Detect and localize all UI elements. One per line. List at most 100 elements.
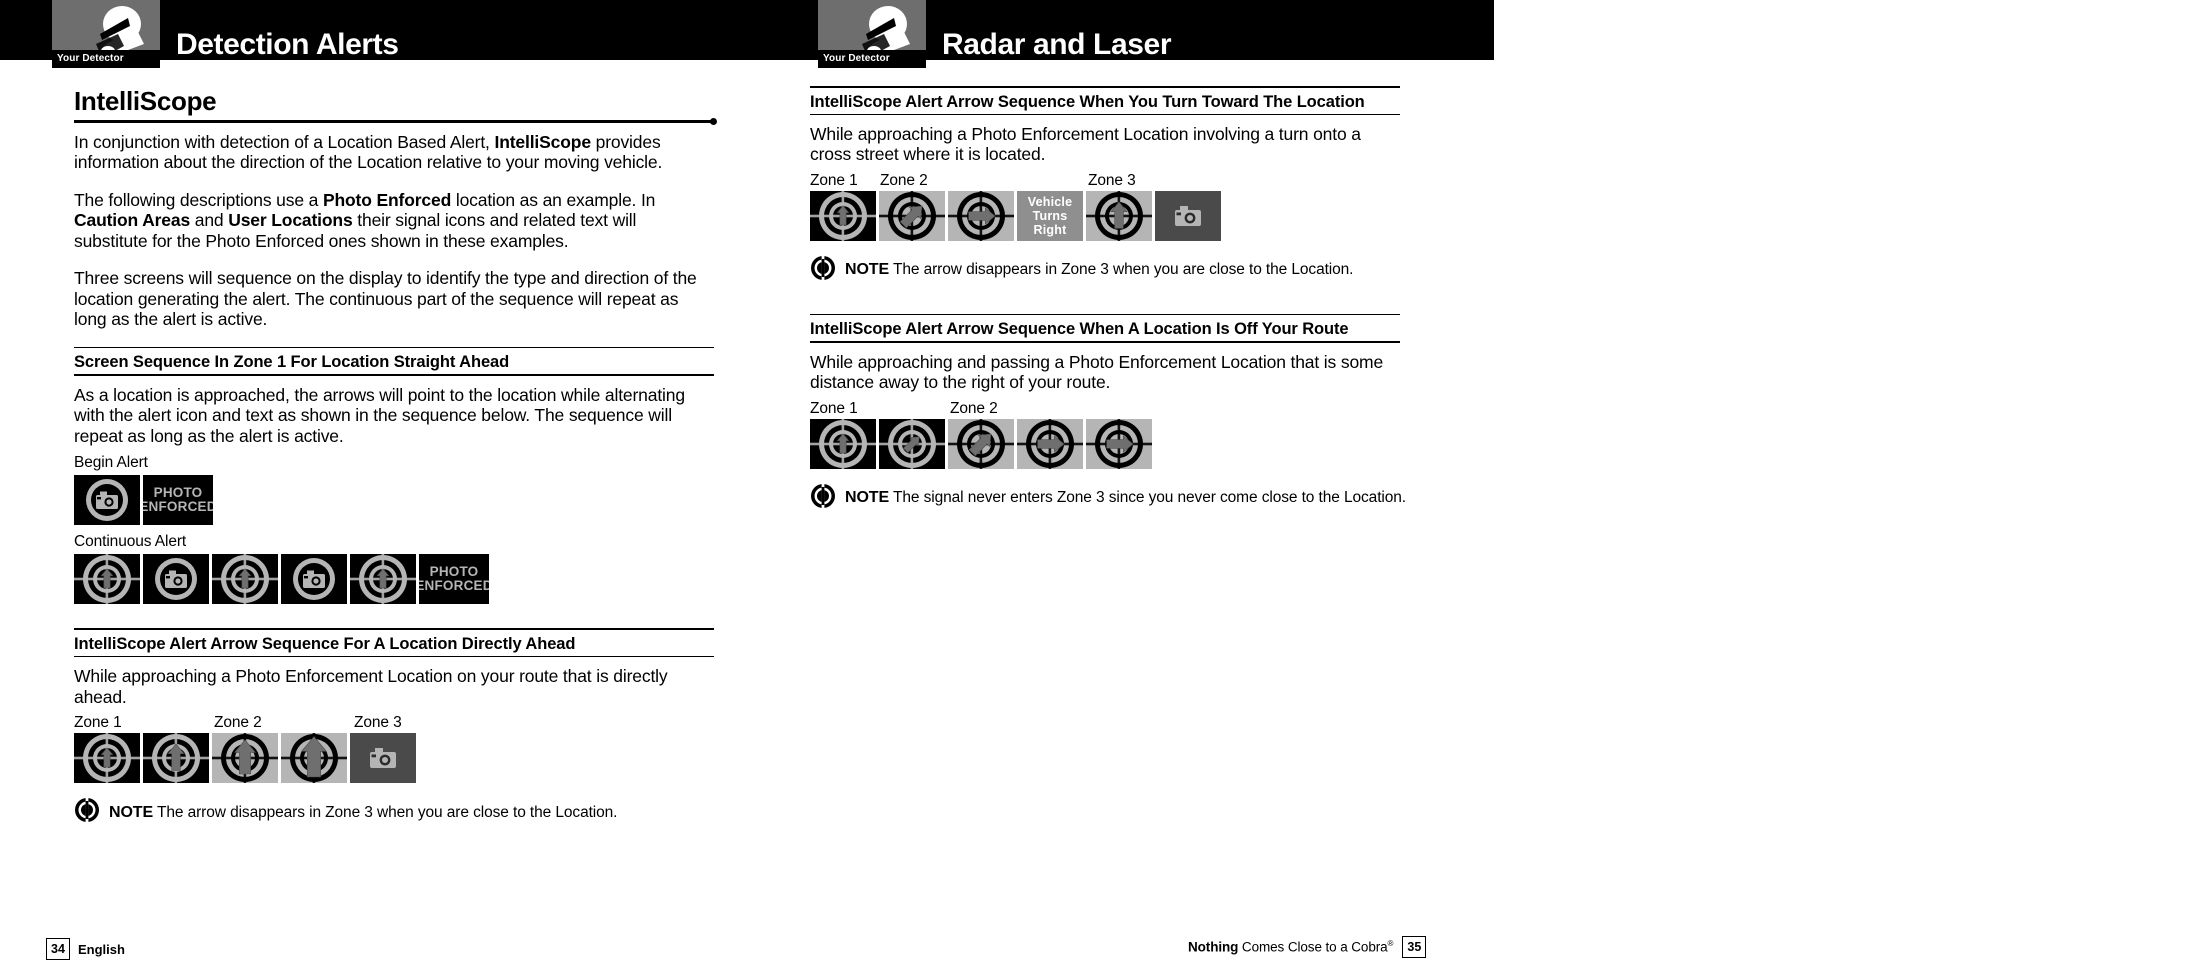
caption-begin-alert: Begin Alert bbox=[74, 454, 148, 472]
tile-target-arrow-up-icon bbox=[281, 733, 347, 784]
caption-continuous-alert: Continuous Alert bbox=[74, 533, 187, 551]
tile-row-turn-toward: Vehicle Turns Right bbox=[810, 190, 1400, 241]
right-column: IntelliScope Alert Arrow Sequence When Y… bbox=[810, 86, 1406, 514]
tile-target-arrow-up-right-icon bbox=[879, 190, 945, 241]
body-text: and bbox=[190, 210, 229, 231]
photo-enforced-line1: PHOTO bbox=[153, 484, 203, 500]
subsection-title-2: IntelliScope Alert Arrow Sequence For A … bbox=[74, 634, 576, 653]
tile-target-arrow-up-right-icon bbox=[879, 418, 945, 469]
tile-row-off-route bbox=[810, 418, 1400, 469]
note-bell-icon bbox=[74, 797, 100, 828]
subsection-rule-bottom-2 bbox=[74, 655, 714, 658]
tile-vehicle-turns-right: Vehicle Turns Right bbox=[1017, 190, 1083, 241]
note-off-route: NOTE The signal never enters Zone 3 sinc… bbox=[810, 483, 1406, 514]
page-number-left: 34 bbox=[46, 938, 70, 960]
vehicle-turns-line1: Vehicle bbox=[1027, 194, 1073, 209]
vehicle-turns-line3: Right bbox=[1033, 222, 1067, 237]
vehicle-turns-line2: Turns bbox=[1032, 208, 1068, 223]
tagline-registered-mark: ® bbox=[1387, 939, 1394, 949]
r-subsection-rule-bottom-2 bbox=[810, 341, 1400, 343]
photo-enforced-line1: PHOTO bbox=[429, 563, 479, 579]
subsection-body-2: While approaching a Photo Enforcement Lo… bbox=[74, 666, 668, 707]
tile-row-directly-ahead bbox=[74, 733, 714, 784]
note-text-off-route: NOTE The signal never enters Zone 3 sinc… bbox=[845, 489, 1406, 507]
zone-labels-2: Zone 1 Zone 2 Zone 3 bbox=[74, 714, 714, 733]
detector-badge-label-left: Your Detector bbox=[52, 50, 160, 68]
r-subsection-body-2: While approaching and passing a Photo En… bbox=[810, 351, 1384, 393]
r-note-label-1: NOTE bbox=[845, 261, 890, 279]
zone-label-3: Zone 3 bbox=[1088, 171, 1136, 189]
tile-target-arrow-right-icon bbox=[1086, 418, 1152, 469]
subsection-rule-top bbox=[74, 346, 714, 349]
zone-label-2: Zone 2 bbox=[950, 399, 998, 417]
r-zone-labels-2: Zone 1 Zone 2 bbox=[810, 400, 1400, 419]
detector-badge-label-right: Your Detector bbox=[818, 50, 926, 68]
tile-target-arrow-up-icon bbox=[74, 733, 140, 784]
tile-target-arrow-up-icon bbox=[810, 190, 876, 241]
tile-target-arrow-up-icon bbox=[1086, 190, 1152, 241]
tile-target-arrow-right-icon bbox=[948, 190, 1014, 241]
r-subsection-title: IntelliScope Alert Arrow Sequence When Y… bbox=[810, 92, 1365, 111]
subsection-rule-top-2 bbox=[74, 628, 714, 630]
tile-photo-enforced-text: PHOTO ENFORCED bbox=[143, 475, 213, 526]
tile-target-arrow-up-right-icon bbox=[948, 418, 1014, 469]
r-subsection-rule-top-2 bbox=[810, 313, 1400, 316]
photo-enforced-line2: ENFORCED bbox=[143, 499, 213, 515]
emphasis-text: IntelliScope bbox=[494, 132, 591, 152]
page-title-right: Radar and Laser bbox=[942, 28, 1172, 61]
r-note-body-1: The arrow disappears in Zone 3 when you … bbox=[892, 261, 1354, 279]
emphasis-text: User Locations bbox=[228, 210, 353, 231]
tile-target-arrow-up-icon bbox=[212, 733, 278, 784]
note-body: The arrow disappears in Zone 3 when you … bbox=[156, 803, 618, 821]
tile-target-arrow-up-icon bbox=[74, 554, 140, 605]
r-subsection-rule-top bbox=[810, 86, 1400, 88]
photo-enforced-line2: ENFORCED bbox=[419, 578, 489, 594]
r-zone-labels-1: Zone 1 Zone 2 Zone 3 bbox=[810, 172, 1400, 191]
footer-language: English bbox=[78, 941, 125, 957]
section-rule bbox=[74, 118, 717, 125]
r-subsection-title-2: IntelliScope Alert Arrow Sequence When A… bbox=[810, 320, 1349, 339]
tile-target-arrow-up-icon bbox=[810, 418, 876, 469]
subsection-arrow-sequence-directly-ahead: IntelliScope Alert Arrow Sequence For A … bbox=[74, 628, 714, 828]
subsection-title: Screen Sequence In Zone 1 For Location S… bbox=[74, 353, 510, 372]
body-text: location as an example. In bbox=[451, 189, 656, 210]
zone-label-1: Zone 1 bbox=[74, 714, 122, 732]
emphasis-text: Caution Areas bbox=[74, 210, 191, 231]
zone-label-2: Zone 2 bbox=[880, 171, 928, 189]
r-note-label-2: NOTE bbox=[845, 489, 890, 507]
paragraph-intro: In conjunction with detection of a Locat… bbox=[74, 132, 714, 173]
note-label: NOTE bbox=[109, 803, 154, 821]
manual-page-spread: Your Detector Detection Alerts Your Dete… bbox=[0, 0, 2194, 976]
section-title-intelliscope: IntelliScope bbox=[74, 86, 217, 116]
body-text: In conjunction with detection of a Locat… bbox=[74, 132, 495, 152]
left-column: IntelliScope In conjunction with detecti… bbox=[74, 86, 717, 828]
tile-camera-closeup-icon bbox=[1155, 190, 1221, 241]
page-title-left: Detection Alerts bbox=[176, 28, 399, 61]
paragraph-examples: The following descriptions use a Photo E… bbox=[74, 190, 714, 251]
page-number-right: 35 bbox=[1402, 936, 1427, 958]
subsection-rule-bottom bbox=[74, 374, 714, 376]
tile-target-arrow-up-icon bbox=[143, 733, 209, 784]
detector-badge-right: Your Detector bbox=[818, 0, 926, 68]
subsection-screen-sequence-zone1: Screen Sequence In Zone 1 For Location S… bbox=[74, 346, 714, 605]
body-text: Three screens will sequence on the displ… bbox=[74, 268, 697, 330]
note-turn-toward: NOTE The arrow disappears in Zone 3 when… bbox=[810, 255, 1400, 286]
tile-camera-icon bbox=[74, 475, 140, 526]
footer-right: Nothing Comes Close to a Cobra® 35 bbox=[1188, 936, 1427, 958]
tile-camera-closeup-icon bbox=[350, 733, 416, 784]
subsection-turn-toward-location: IntelliScope Alert Arrow Sequence When Y… bbox=[810, 86, 1400, 286]
note-text-directly-ahead: NOTE The arrow disappears in Zone 3 when… bbox=[109, 804, 617, 822]
r-subsection-rule-bottom bbox=[810, 113, 1400, 115]
tile-target-arrow-right-icon bbox=[1017, 418, 1083, 469]
zone-label-2: Zone 2 bbox=[214, 714, 262, 732]
tile-target-arrow-up-icon bbox=[350, 554, 416, 605]
tagline-rest: Comes Close to a Cobra bbox=[1238, 939, 1388, 955]
subsection-location-off-route: IntelliScope Alert Arrow Sequence When A… bbox=[810, 313, 1406, 514]
emphasis-text: Photo Enforced bbox=[322, 189, 452, 210]
tile-row-begin-alert: PHOTO ENFORCED bbox=[74, 475, 714, 526]
r-subsection-body: While approaching a Photo Enforcement Lo… bbox=[810, 124, 1361, 165]
note-directly-ahead: NOTE The arrow disappears in Zone 3 when… bbox=[74, 797, 714, 828]
tile-photo-enforced-text: PHOTO ENFORCED bbox=[419, 554, 489, 605]
zone-label-3: Zone 3 bbox=[354, 714, 402, 732]
tagline-strong: Nothing bbox=[1188, 939, 1239, 955]
